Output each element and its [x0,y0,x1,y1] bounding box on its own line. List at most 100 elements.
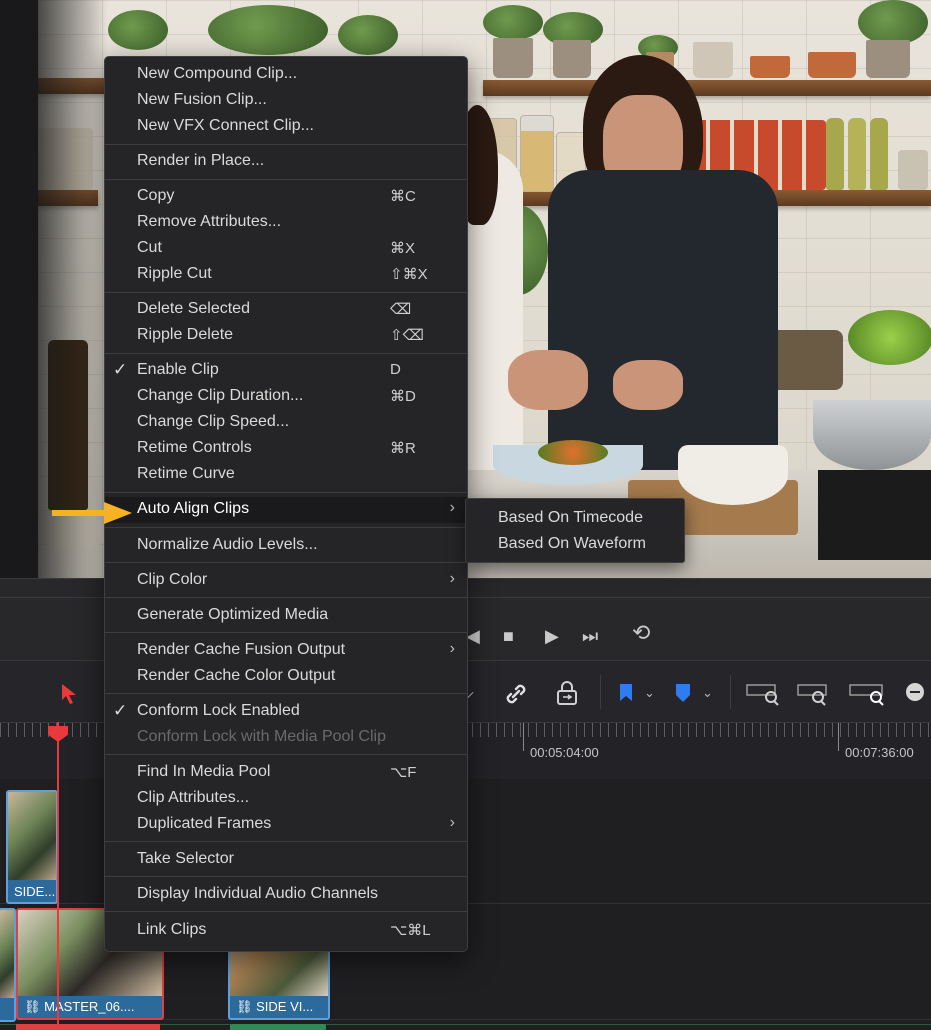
flag-icon[interactable] [618,683,634,703]
linked-clip-icon: ⛓ [236,999,253,1014]
menu-item-duplicated-frames[interactable]: Duplicated Frames › [105,812,467,838]
menu-item-take-selector[interactable]: Take Selector [105,847,467,873]
marker-icon[interactable] [675,683,691,703]
menu-item-label: Remove Attributes... [137,213,282,230]
menu-item-label: New VFX Connect Clip... [137,117,314,134]
menu-item-link-clips[interactable]: Link Clips ⌥⌘L [105,918,467,944]
checkmark-icon: ✓ [113,701,128,720]
shortcut-label: ⌥F [390,764,417,781]
zoom-custom-icon[interactable] [848,681,888,707]
menu-item-label: Render in Place... [137,152,265,169]
menu-item-label: Clip Attributes... [137,789,250,806]
chevron-right-icon: › [449,570,455,587]
audio-clip[interactable] [230,1024,326,1030]
menu-item-find-in-media-pool[interactable]: Find In Media Pool ⌥F [105,760,467,786]
submenu-item-based-on-timecode[interactable]: Based On Timecode [498,509,643,527]
timecode-label: 00:07:36:00 [845,745,914,760]
menu-item-remove-attributes[interactable]: Remove Attributes... [105,210,467,236]
menu-item-change-clip-speed[interactable]: Change Clip Speed... [105,410,467,436]
zoom-full-extent-icon[interactable] [745,681,781,707]
menu-item-label: Copy [137,187,175,204]
menu-item-render-cache-fusion-output[interactable]: Render Cache Fusion Output › [105,638,467,664]
menu-item-label: Duplicated Frames [137,815,272,832]
clip-label: ⛓ SIDE VI... [236,999,314,1014]
menu-separator [105,841,467,842]
menu-item-delete-selected[interactable]: Delete Selected ⌫ [105,297,467,323]
play-reverse-icon[interactable]: ◀ [466,627,480,645]
timecode-label: 00:05:04:00 [530,745,599,760]
auto-align-submenu: Based On Timecode Based On Waveform [465,498,685,563]
menu-item-label: Conform Lock Enabled [137,702,300,719]
menu-item-label: Cut [137,239,162,256]
selection-tool-icon[interactable] [60,683,78,705]
menu-item-conform-lock-enabled[interactable]: ✓ Conform Lock Enabled [105,699,467,725]
menu-item-label: Ripple Delete [137,326,234,343]
menu-item-new-fusion-clip[interactable]: New Fusion Clip... [105,88,467,114]
shortcut-label: ⌥⌘L [390,922,431,939]
menu-separator [105,693,467,694]
menu-item-label: Normalize Audio Levels... [137,536,318,553]
zoom-out-icon[interactable] [904,681,926,703]
position-lock-icon[interactable] [555,681,579,707]
menu-item-generate-optimized-media[interactable]: Generate Optimized Media [105,603,467,629]
menu-item-normalize-audio-levels[interactable]: Normalize Audio Levels... [105,533,467,559]
menu-item-display-individual-audio-channels[interactable]: Display Individual Audio Channels [105,882,467,908]
menu-item-enable-clip[interactable]: ✓ Enable Clip D [105,358,467,384]
play-icon[interactable]: ▶ [545,627,559,645]
clip-label: ⛓ MASTER_06.... [24,999,135,1014]
audio-clip-selected[interactable] [16,1024,160,1030]
menu-separator [105,179,467,180]
chevron-right-icon: › [449,814,455,831]
chevron-right-icon: › [449,499,455,516]
stop-icon[interactable]: ■ [503,627,514,645]
menu-item-new-vfx-connect-clip[interactable]: New VFX Connect Clip... [105,114,467,140]
timeline-clip[interactable]: SIDE... [6,790,58,904]
menu-item-label: Conform Lock with Media Pool Clip [137,728,386,745]
menu-item-clip-attributes[interactable]: Clip Attributes... [105,786,467,812]
menu-item-label: Enable Clip [137,361,219,378]
flag-dropdown-chevron-icon[interactable]: ⌄ [644,684,655,702]
menu-item-render-in-place[interactable]: Render in Place... [105,149,467,175]
menu-item-render-cache-color-output[interactable]: Render Cache Color Output [105,664,467,690]
menu-separator [105,754,467,755]
annotation-arrow-icon [52,502,132,524]
menu-item-ripple-cut[interactable]: Ripple Cut ⇧⌘X [105,262,467,288]
zoom-detail-icon[interactable] [796,681,832,707]
playhead[interactable] [57,722,59,1030]
menu-item-label: New Fusion Clip... [137,91,267,108]
shortcut-label: ⇧⌫ [390,327,424,344]
menu-item-copy[interactable]: Copy ⌘C [105,184,467,210]
shortcut-label: ⌘R [390,440,416,457]
menu-item-label: Link Clips [137,921,207,938]
menu-separator [105,911,467,912]
menu-separator [105,353,467,354]
menu-separator [105,632,467,633]
menu-item-retime-controls[interactable]: Retime Controls ⌘R [105,436,467,462]
submenu-item-based-on-waveform[interactable]: Based On Waveform [498,535,646,553]
link-icon[interactable] [503,681,529,707]
menu-item-label: Display Individual Audio Channels [137,885,379,902]
clip-context-menu: New Compound Clip... New Fusion Clip... Ne… [104,56,468,952]
menu-item-retime-curve[interactable]: Retime Curve [105,462,467,488]
menu-item-cut[interactable]: Cut ⌘X [105,236,467,262]
loop-icon[interactable]: ⟲ [632,622,650,644]
viewer-sidebar [0,0,38,578]
linked-clip-icon: ⛓ [24,999,41,1014]
menu-item-clip-color[interactable]: Clip Color › [105,568,467,594]
menu-item-ripple-delete[interactable]: Ripple Delete ⇧⌫ [105,323,467,349]
menu-item-label: New Compound Clip... [137,65,298,82]
shortcut-label: ⌫ [390,301,412,318]
next-clip-icon[interactable]: ⏭ [582,627,598,645]
menu-separator [105,292,467,293]
menu-item-label: Auto Align Clips [137,500,250,517]
shortcut-label: ⌘D [390,388,416,405]
menu-item-change-clip-duration[interactable]: Change Clip Duration... ⌘D [105,384,467,410]
menu-item-auto-align-clips[interactable]: Auto Align Clips › [105,497,467,523]
menu-item-new-compound-clip[interactable]: New Compound Clip... [105,62,467,88]
timeline-clip[interactable] [0,908,16,1022]
marker-dropdown-chevron-icon[interactable]: ⌄ [702,684,713,702]
menu-separator [105,527,467,528]
menu-item-label: Ripple Cut [137,265,212,282]
clip-label: SIDE... [14,884,56,899]
menu-separator [105,492,467,493]
